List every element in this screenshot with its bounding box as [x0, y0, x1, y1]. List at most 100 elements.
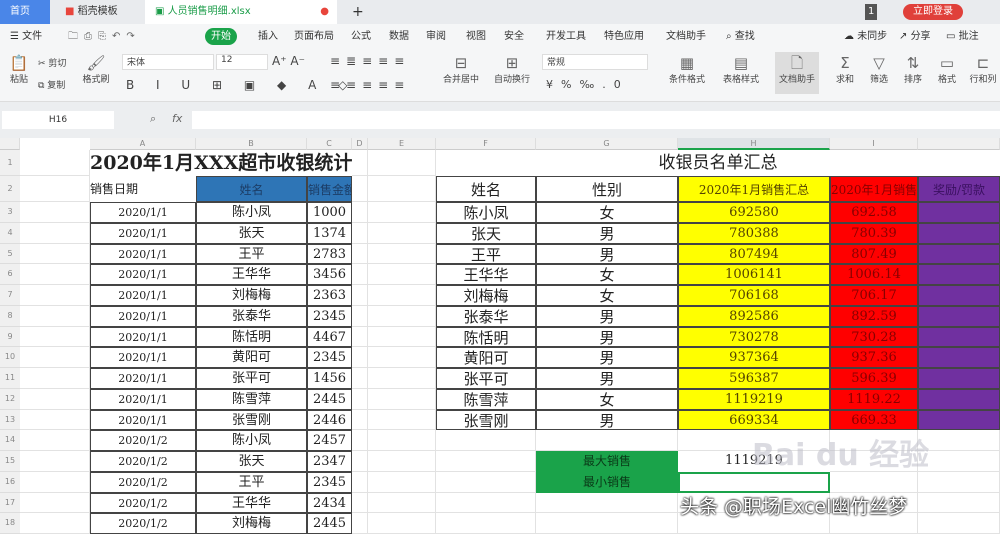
left-table-cell[interactable]: 2345 [307, 347, 352, 368]
right-table-cell[interactable]: 刘梅梅 [436, 285, 536, 306]
right-header-cell[interactable]: 2020年1月销售汇总 [678, 176, 830, 202]
left-table-cell[interactable]: 2020/1/1 [90, 285, 196, 306]
row-header-5[interactable]: 5 [0, 243, 20, 265]
left-table-cell[interactable]: 2020/1/1 [90, 222, 196, 244]
left-table-cell[interactable]: 王华华 [196, 492, 307, 514]
left-table-cell[interactable]: 陈雪萍 [196, 388, 307, 410]
menu-tab-6[interactable]: 视图 [460, 28, 492, 45]
left-table-cell[interactable]: 2783 [307, 243, 352, 265]
quick-access-icons[interactable]: 🗀⎙⎘↶↷ [62, 28, 147, 45]
left-header-cell[interactable]: 姓名 [196, 176, 307, 202]
row-header-15[interactable]: 15 [0, 451, 20, 472]
right-table-cell[interactable]: 692580 [678, 202, 830, 223]
sync-button[interactable]: ☁ 未同步 [838, 28, 893, 45]
left-table-cell[interactable]: 2446 [307, 409, 352, 431]
right-header-cell[interactable]: 2020年1月销售提成 [830, 176, 918, 202]
new-tab-button[interactable]: + [342, 0, 374, 24]
left-table-cell[interactable]: 2020/1/1 [90, 326, 196, 348]
left-table-cell[interactable]: 2020/1/2 [90, 471, 196, 493]
right-table-title[interactable]: 收银员名单汇总 [436, 150, 1000, 176]
number-format-select[interactable]: 常规 [542, 54, 648, 70]
left-header-cell[interactable]: 销售金额汇总 [307, 176, 352, 202]
number-format-buttons[interactable]: ¥%‰.0 [546, 78, 629, 91]
tab-file[interactable]: ▣ 人员销售明细.xlsx ● [145, 0, 337, 24]
right-table-cell[interactable]: 女 [536, 285, 678, 306]
left-table-cell[interactable]: 2445 [307, 388, 352, 410]
right-table-cell[interactable]: 692.58 [830, 202, 918, 223]
select-all-corner[interactable] [0, 138, 20, 150]
table-style-button[interactable]: ▤ 表格样式 [716, 54, 766, 85]
left-table-cell[interactable]: 陈小凤 [196, 202, 307, 223]
left-table-cell[interactable]: 2020/1/1 [90, 347, 196, 368]
name-box[interactable]: H16 [2, 111, 114, 129]
left-table-cell[interactable]: 2345 [307, 305, 352, 327]
right-table-cell[interactable]: 陈雪萍 [436, 388, 536, 410]
column-header-I[interactable]: I [830, 138, 918, 150]
left-table-cell[interactable]: 2020/1/2 [90, 451, 196, 472]
row-header-2[interactable]: 2 [0, 176, 20, 202]
filter-button[interactable]: ▽ 筛选 [864, 54, 894, 85]
left-table-cell[interactable]: 2020/1/2 [90, 430, 196, 451]
right-table-cell[interactable]: 男 [536, 305, 678, 327]
fx-button[interactable]: fx [172, 112, 182, 125]
right-table-cell[interactable]: 780388 [678, 222, 830, 244]
right-table-cell[interactable]: 780.39 [830, 222, 918, 244]
copy-button[interactable]: ⧉ 复制 [38, 78, 65, 91]
left-table-cell[interactable]: 2363 [307, 285, 352, 306]
menu-tab-3[interactable]: 公式 [345, 28, 377, 45]
right-table-cell[interactable]: 807494 [678, 243, 830, 265]
formula-input[interactable] [192, 111, 1000, 129]
align-buttons[interactable]: ≡≣≡≡≡ [330, 54, 410, 68]
right-table-cell[interactable]: 892586 [678, 305, 830, 327]
column-header-A[interactable]: A [90, 138, 196, 150]
spreadsheet-grid[interactable]: ABCDEFGHIJ123456789101112131415161718202… [0, 138, 1000, 534]
right-table-cell[interactable]: 596387 [678, 368, 830, 389]
cond-format-button[interactable]: ▦ 条件格式 [662, 54, 712, 85]
row-header-17[interactable]: 17 [0, 492, 20, 514]
right-table-cell[interactable] [918, 202, 1000, 223]
right-table-cell[interactable]: 669334 [678, 409, 830, 431]
column-header-blank[interactable] [918, 138, 1000, 150]
right-table-cell[interactable]: 男 [536, 243, 678, 265]
left-table-cell[interactable]: 刘梅梅 [196, 285, 307, 306]
left-table-cell[interactable]: 张雪刚 [196, 409, 307, 431]
max-sales-label[interactable]: 最大销售 [536, 451, 678, 472]
window-icon[interactable]: 1 [865, 4, 878, 20]
right-table-cell[interactable]: 陈恬明 [436, 326, 536, 348]
left-table-cell[interactable]: 王华华 [196, 264, 307, 285]
right-table-cell[interactable]: 730.28 [830, 326, 918, 348]
menu-tab-2[interactable]: 页面布局 [288, 28, 340, 45]
right-table-cell[interactable]: 937364 [678, 347, 830, 368]
font-grow-icon[interactable]: A⁺ A⁻ [272, 54, 305, 68]
right-table-cell[interactable] [918, 326, 1000, 348]
font-size-select[interactable]: 12 [216, 54, 268, 70]
menu-tab-10[interactable]: 文档助手 [660, 28, 712, 45]
left-table-cell[interactable]: 2020/1/1 [90, 305, 196, 327]
menu-tab-7[interactable]: 安全 [498, 28, 530, 45]
left-table-cell[interactable]: 2020/1/1 [90, 202, 196, 223]
column-header-G[interactable]: G [536, 138, 678, 150]
rowcol-button[interactable]: ⊏ 行和列 [966, 54, 1000, 85]
left-table-cell[interactable]: 王平 [196, 471, 307, 493]
left-table-cell[interactable]: 张天 [196, 222, 307, 244]
right-table-cell[interactable]: 706168 [678, 285, 830, 306]
row-header-1[interactable]: 1 [0, 150, 20, 176]
paste-button[interactable]: 📋 粘贴 [4, 54, 34, 85]
right-table-cell[interactable]: 男 [536, 409, 678, 431]
row-header-6[interactable]: 6 [0, 264, 20, 285]
right-table-cell[interactable]: 张天 [436, 222, 536, 244]
right-table-cell[interactable] [918, 243, 1000, 265]
left-table-cell[interactable]: 2020/1/1 [90, 264, 196, 285]
menu-tab-0[interactable]: 开始 [205, 28, 237, 45]
menu-tab-4[interactable]: 数据 [383, 28, 415, 45]
right-header-cell[interactable]: 性别 [536, 176, 678, 202]
right-table-cell[interactable]: 892.59 [830, 305, 918, 327]
right-table-cell[interactable]: 男 [536, 368, 678, 389]
left-table-cell[interactable]: 1456 [307, 368, 352, 389]
row-header-3[interactable]: 3 [0, 202, 20, 223]
right-table-cell[interactable] [918, 388, 1000, 410]
left-table-cell[interactable]: 2345 [307, 471, 352, 493]
left-table-cell[interactable]: 陈小凤 [196, 430, 307, 451]
comment-button[interactable]: ▭ 批注 [940, 28, 985, 45]
format-painter-button[interactable]: 🖌 格式刷 [80, 54, 112, 85]
